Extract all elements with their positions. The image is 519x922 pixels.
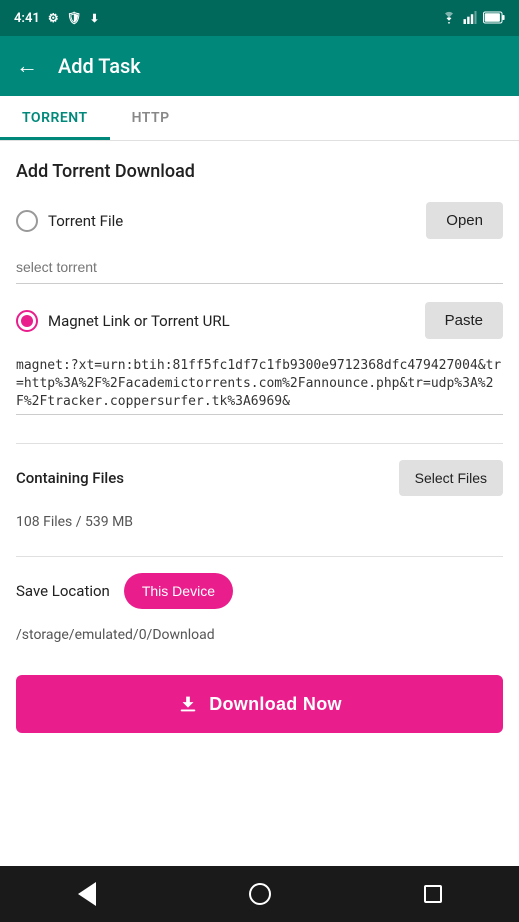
- select-torrent-input[interactable]: [16, 251, 503, 284]
- magnet-radio[interactable]: [16, 310, 38, 332]
- nav-recent-button[interactable]: [411, 872, 455, 916]
- content-area: Add Torrent Download Torrent File Open M…: [0, 141, 519, 866]
- this-device-button[interactable]: This Device: [124, 573, 233, 609]
- download-icon: [177, 693, 199, 715]
- download-status-icon: ⬇: [90, 12, 99, 25]
- select-files-button[interactable]: Select Files: [399, 460, 503, 496]
- status-bar-right: [441, 9, 505, 28]
- containing-files-row: Containing Files Select Files: [16, 460, 503, 496]
- nav-home-button[interactable]: [238, 872, 282, 916]
- recent-square-icon: [424, 885, 442, 903]
- app-bar-title: Add Task: [58, 54, 141, 78]
- tab-torrent[interactable]: TORRENT: [0, 96, 110, 140]
- containing-files-label: Containing Files: [16, 469, 124, 487]
- status-bar: 4:41 ⚙ 🛡 ⬇: [0, 0, 519, 36]
- signal-icon: [463, 9, 477, 28]
- settings-icon: ⚙: [48, 11, 59, 25]
- torrent-file-label: Torrent File: [48, 212, 123, 230]
- shield-icon: 🛡: [67, 11, 82, 25]
- status-bar-left: 4:41 ⚙ 🛡 ⬇: [14, 11, 99, 26]
- tab-http[interactable]: HTTP: [110, 96, 192, 140]
- tabs-container: TORRENT HTTP: [0, 96, 519, 141]
- save-path: /storage/emulated/0/Download: [16, 619, 503, 651]
- open-button[interactable]: Open: [426, 202, 503, 239]
- download-now-button[interactable]: Download Now: [16, 675, 503, 733]
- back-triangle-icon: [78, 882, 96, 906]
- battery-icon: [483, 9, 505, 28]
- download-now-label: Download Now: [209, 694, 342, 715]
- divider-2: [16, 556, 503, 557]
- magnet-option-row: Magnet Link or Torrent URL Paste: [16, 302, 503, 339]
- section-title: Add Torrent Download: [16, 161, 503, 182]
- torrent-file-radio[interactable]: [16, 210, 38, 232]
- torrent-file-row: Torrent File Open: [16, 202, 503, 239]
- files-info: 108 Files / 539 MB: [16, 506, 503, 538]
- divider-1: [16, 443, 503, 444]
- back-button[interactable]: ←: [16, 53, 38, 79]
- status-time: 4:41: [14, 11, 40, 26]
- magnet-option-left[interactable]: Magnet Link or Torrent URL: [16, 310, 230, 332]
- save-location-label: Save Location: [16, 582, 110, 600]
- home-circle-icon: [249, 883, 271, 905]
- app-bar: ← Add Task: [0, 36, 519, 96]
- save-location-row: Save Location This Device: [16, 573, 503, 609]
- nav-back-button[interactable]: [65, 872, 109, 916]
- nav-bar: [0, 866, 519, 922]
- wifi-icon: [441, 9, 457, 28]
- magnet-label: Magnet Link or Torrent URL: [48, 312, 230, 330]
- torrent-file-option-left[interactable]: Torrent File: [16, 210, 123, 232]
- magnet-radio-inner: [21, 315, 33, 327]
- magnet-url-input[interactable]: [16, 351, 503, 415]
- paste-button[interactable]: Paste: [425, 302, 503, 339]
